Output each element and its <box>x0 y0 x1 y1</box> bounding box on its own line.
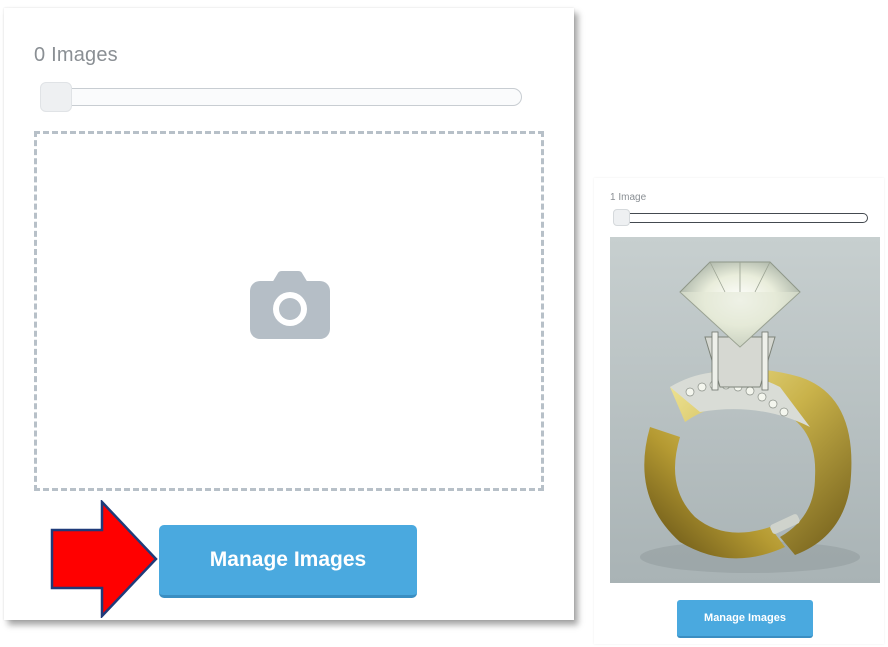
image-manager-panel-small: 1 Image Manage Images <box>594 178 884 644</box>
manage-images-button[interactable]: Manage Images <box>159 525 417 598</box>
screenshot-stage: 0 Images Manage Images 1 Image Manage Im… <box>0 0 888 647</box>
manage-images-button-small[interactable]: Manage Images <box>677 600 813 638</box>
image-count-label: 0 Images <box>34 44 118 66</box>
image-count-label-small: 1 Image <box>610 192 647 203</box>
image-slider-thumb[interactable] <box>40 82 72 112</box>
camera-icon <box>250 271 330 339</box>
image-dropzone[interactable] <box>34 131 544 491</box>
ring-illustration <box>610 237 880 583</box>
image-slider-thumb-small[interactable] <box>613 209 630 226</box>
ring-photo[interactable] <box>610 237 880 583</box>
red-arrow-right-icon <box>50 500 158 618</box>
image-slider-track-small[interactable] <box>616 213 868 223</box>
image-slider-track[interactable] <box>42 88 522 106</box>
